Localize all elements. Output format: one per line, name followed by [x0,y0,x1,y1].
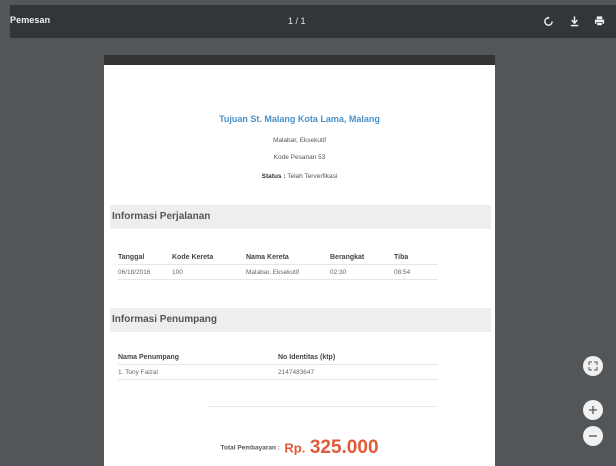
booking-status: Status : Telah Terverfikasi [104,173,495,180]
table-header-row: Nama Penumpang No Identitas (ktp) [118,350,438,365]
table-row: 1. Tony Faizal 2147483647 [118,364,438,380]
table-cell: 1. Tony Faizal [118,364,278,380]
pdf-page: Tujuan St. Malang Kota Lama, Malang Mala… [104,55,495,466]
divider [208,406,437,407]
trip-section-header: Informasi Perjalanan [110,205,491,229]
print-icon [594,16,604,26]
table-header-cell: Nama Penumpang [118,350,278,365]
table-row: 06/18/2016 100 Malabar, Eksekutif 02:30 … [118,264,438,280]
table-header-cell: Tanggal [118,250,172,265]
viewer-toolbar: Pemesan 1 / 1 [10,5,616,38]
table-cell: Malabar, Eksekutif [246,264,330,280]
table-cell: 100 [172,264,246,280]
table-header-cell: No Identitas (ktp) [278,350,438,365]
table-cell: 08:54 [394,264,438,280]
table-header-cell: Nama Kereta [246,250,330,265]
total-payment: Total Pembayaran : Rp. 325.000 [104,437,495,459]
rotate-button[interactable] [540,12,556,30]
status-value: Telah Terverfikasi [287,173,338,180]
page-header-bar [104,55,495,65]
pdf-viewer: Pemesan 1 / 1 Tujuan St. Malang Kota Lam… [0,0,616,466]
passenger-section-title: Informasi Penumpang [112,314,218,325]
document-title: Pemesan [10,15,51,25]
train-name: Malabar, Eksekutif [272,137,327,144]
download-icon [570,16,578,27]
print-button[interactable] [591,12,607,30]
plus-icon [589,406,597,414]
booking-code: Kode Pesanan 53 [273,154,326,161]
table-cell: 06/18/2016 [118,264,172,280]
zoom-out-button[interactable] [583,426,603,446]
destination-title: Tujuan St. Malang Kota Lama, Malang [219,114,380,124]
page-indicator: 1 / 1 [288,16,306,26]
table-header-cell: Tiba [394,250,438,265]
trip-section-title: Informasi Perjalanan [112,211,211,222]
passenger-section-header: Informasi Penumpang [110,308,491,332]
table-header-row: Tanggal Kode Kereta Nama Kereta Berangka… [118,250,438,265]
status-label: Status : [261,173,286,180]
minus-icon [589,435,597,437]
trip-table: Tanggal Kode Kereta Nama Kereta Berangka… [118,250,438,280]
total-currency: Rp. [284,440,306,456]
total-amount: 325.000 [309,437,379,458]
fit-page-button[interactable] [583,356,603,376]
table-cell: 2147483647 [278,364,438,380]
table-header-cell: Berangkat [330,250,394,265]
zoom-in-button[interactable] [583,400,603,420]
table-header-cell: Kode Kereta [172,250,246,265]
fit-page-icon [588,361,598,371]
total-label: Total Pembayaran : [220,444,280,452]
table-cell: 02:30 [330,264,394,280]
passenger-table: Nama Penumpang No Identitas (ktp) 1. Ton… [118,350,438,380]
rotate-icon [543,15,553,26]
download-button[interactable] [566,12,582,30]
